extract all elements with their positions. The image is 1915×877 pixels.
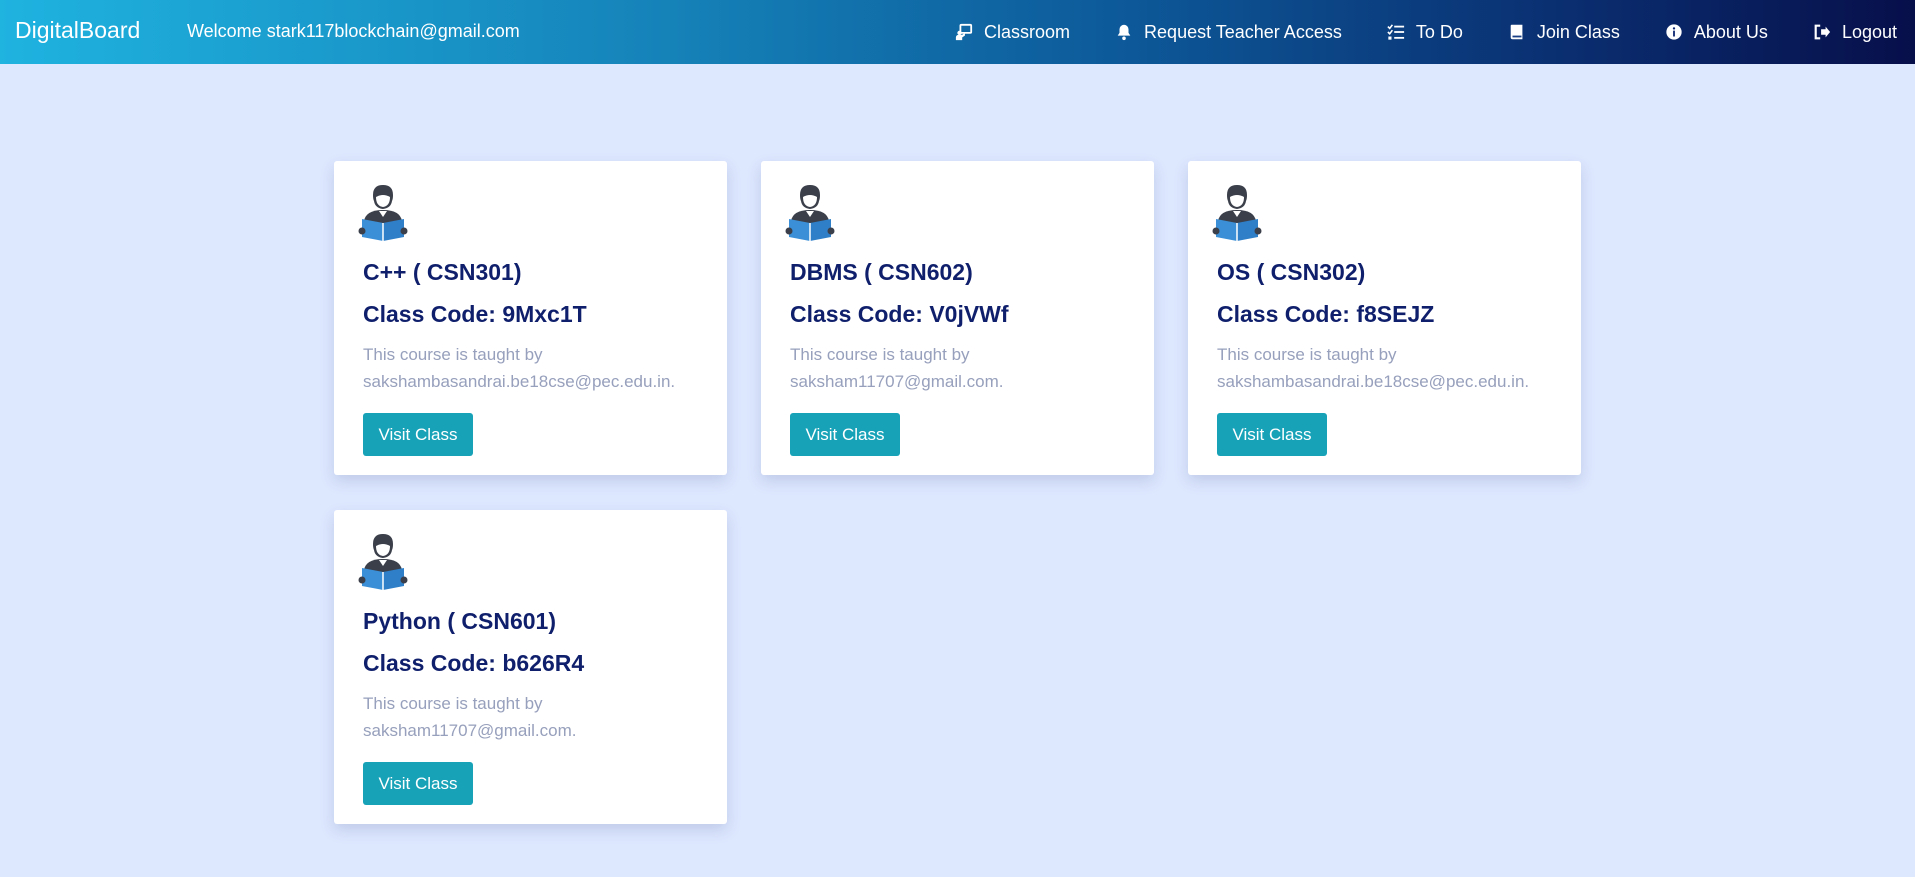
logout-icon: [1812, 22, 1832, 42]
nav-item-classroom[interactable]: Classroom: [954, 20, 1070, 44]
nav-item-join-class[interactable]: Join Class: [1507, 20, 1620, 44]
visit-class-button[interactable]: Visit Class: [363, 762, 473, 805]
nav-item-request-teacher-access[interactable]: Request Teacher Access: [1114, 20, 1342, 44]
student-reading-icon: [783, 183, 837, 243]
classroom-icon: [954, 22, 974, 42]
class-code: Class Code: 9Mxc1T: [363, 301, 587, 327]
class-card: OS ( CSN302) Class Code: f8SEJZ This cou…: [1188, 161, 1581, 475]
class-card: DBMS ( CSN602) Class Code: V0jVWf This c…: [761, 161, 1154, 475]
nav-label: Classroom: [984, 22, 1071, 42]
class-title: Python ( CSN601): [363, 608, 556, 634]
bell-icon: [1114, 22, 1134, 42]
visit-class-button[interactable]: Visit Class: [1217, 413, 1327, 456]
nav-item-to-do[interactable]: To Do: [1386, 20, 1463, 44]
class-title: DBMS ( CSN602): [790, 259, 973, 285]
class-code: Class Code: f8SEJZ: [1217, 301, 1435, 327]
nav-label: Logout: [1841, 22, 1897, 42]
class-title: C++ ( CSN301): [363, 259, 522, 285]
class-description: This course is taught by saksham11707@gm…: [363, 694, 577, 740]
class-code: Class Code: V0jVWf: [790, 301, 1009, 327]
nav-links: Classroom Request Teacher Access To Do J…: [910, 0, 1897, 64]
class-title: OS ( CSN302): [1217, 259, 1366, 285]
student-reading-icon: [1210, 183, 1264, 243]
visit-class-button[interactable]: Visit Class: [790, 413, 900, 456]
info-icon: [1664, 22, 1684, 42]
book-icon: [1507, 22, 1527, 42]
class-card-grid: C++ ( CSN301) Class Code: 9Mxc1T This co…: [334, 161, 1584, 824]
brand-logo[interactable]: DigitalBoard: [15, 14, 140, 46]
nav-item-about-us[interactable]: About Us: [1664, 20, 1768, 44]
class-card: C++ ( CSN301) Class Code: 9Mxc1T This co…: [334, 161, 727, 475]
checklist-icon: [1386, 22, 1406, 42]
student-reading-icon: [356, 183, 410, 243]
nav-label: Request Teacher Access: [1144, 22, 1342, 42]
nav-label: About Us: [1693, 22, 1768, 42]
welcome-message: Welcome stark117blockchain@gmail.com: [187, 21, 520, 41]
class-description: This course is taught by sakshambasandra…: [363, 345, 676, 391]
nav-label: Join Class: [1536, 22, 1620, 42]
class-description: This course is taught by saksham11707@gm…: [790, 345, 1004, 391]
visit-class-button[interactable]: Visit Class: [363, 413, 473, 456]
class-code: Class Code: b626R4: [363, 650, 585, 676]
class-description: This course is taught by sakshambasandra…: [1217, 345, 1530, 391]
nav-item-logout[interactable]: Logout: [1812, 20, 1897, 44]
student-reading-icon: [356, 532, 410, 592]
nav-label: To Do: [1415, 22, 1463, 42]
class-card: Python ( CSN601) Class Code: b626R4 This…: [334, 510, 727, 824]
top-navbar: DigitalBoard Welcome stark117blockchain@…: [0, 0, 1915, 64]
